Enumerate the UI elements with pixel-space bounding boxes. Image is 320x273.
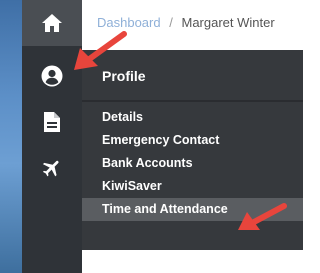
- menu-item-bank-accounts[interactable]: Bank Accounts: [82, 152, 303, 175]
- sidebar-item-home[interactable]: [22, 0, 82, 46]
- menu-item-details[interactable]: Details: [82, 106, 303, 129]
- sidebar: [22, 0, 82, 273]
- menu-item-kiwisaver[interactable]: KiwiSaver: [82, 175, 303, 198]
- flyout-divider: [82, 100, 303, 102]
- user-icon: [41, 65, 63, 87]
- sidebar-item-travel[interactable]: [22, 144, 82, 192]
- flyout-menu-list: Details Emergency Contact Bank Accounts …: [82, 106, 303, 221]
- menu-item-time-and-attendance[interactable]: Time and Attendance: [82, 198, 303, 221]
- document-icon: [44, 112, 60, 132]
- breadcrumb-separator: /: [169, 15, 173, 30]
- breadcrumb-current: Margaret Winter: [181, 15, 275, 30]
- breadcrumb-link-dashboard[interactable]: Dashboard: [97, 15, 161, 30]
- home-icon: [42, 14, 62, 32]
- airplane-icon: [42, 160, 59, 177]
- background-image-strip: [0, 0, 22, 273]
- sidebar-item-documents[interactable]: [22, 98, 82, 146]
- profile-flyout-menu: Profile Details Emergency Contact Bank A…: [82, 50, 303, 250]
- sidebar-item-profile[interactable]: [22, 52, 82, 100]
- breadcrumb: Dashboard / Margaret Winter: [97, 15, 275, 30]
- flyout-title: Profile: [102, 68, 146, 84]
- menu-item-emergency-contact[interactable]: Emergency Contact: [82, 129, 303, 152]
